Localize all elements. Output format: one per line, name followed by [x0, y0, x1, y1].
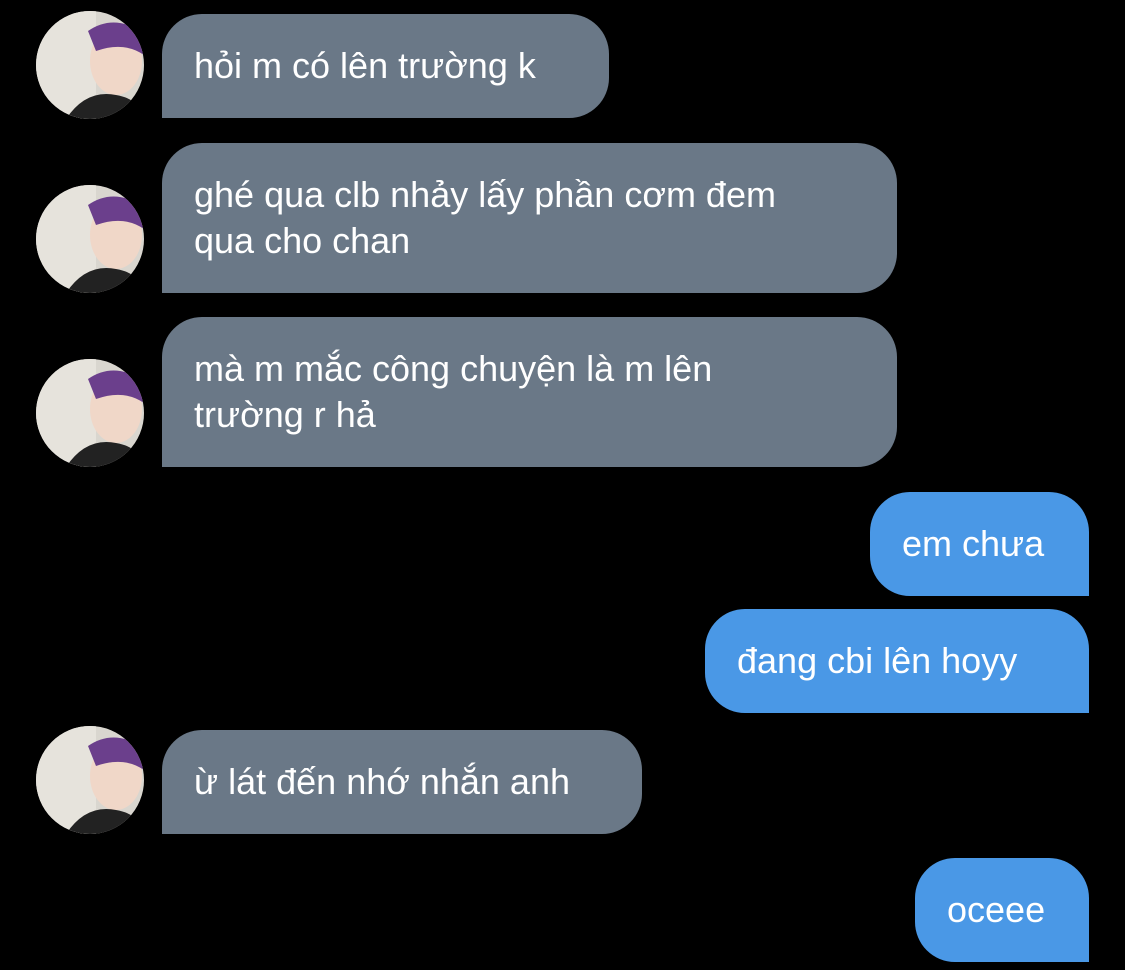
avatar-photo-icon	[36, 185, 144, 293]
outgoing-message-bubble[interactable]: đang cbi lên hoyy	[705, 609, 1089, 713]
sender-avatar[interactable]	[36, 359, 144, 467]
outgoing-message-bubble[interactable]: oceee	[915, 858, 1089, 962]
incoming-message-bubble[interactable]: mà m mắc công chuyện là m lên trường r h…	[162, 317, 897, 467]
avatar-photo-icon	[36, 11, 144, 119]
incoming-message-bubble[interactable]: ghé qua clb nhảy lấy phần cơm đem qua ch…	[162, 143, 897, 293]
incoming-message-bubble[interactable]: hỏi m có lên trường k	[162, 14, 609, 118]
avatar-photo-icon	[36, 726, 144, 834]
sender-avatar[interactable]	[36, 185, 144, 293]
avatar-photo-icon	[36, 359, 144, 467]
sender-avatar[interactable]	[36, 11, 144, 119]
outgoing-message-bubble[interactable]: em chưa	[870, 492, 1089, 596]
sender-avatar[interactable]	[36, 726, 144, 834]
incoming-message-bubble[interactable]: ừ lát đến nhớ nhắn anh	[162, 730, 642, 834]
